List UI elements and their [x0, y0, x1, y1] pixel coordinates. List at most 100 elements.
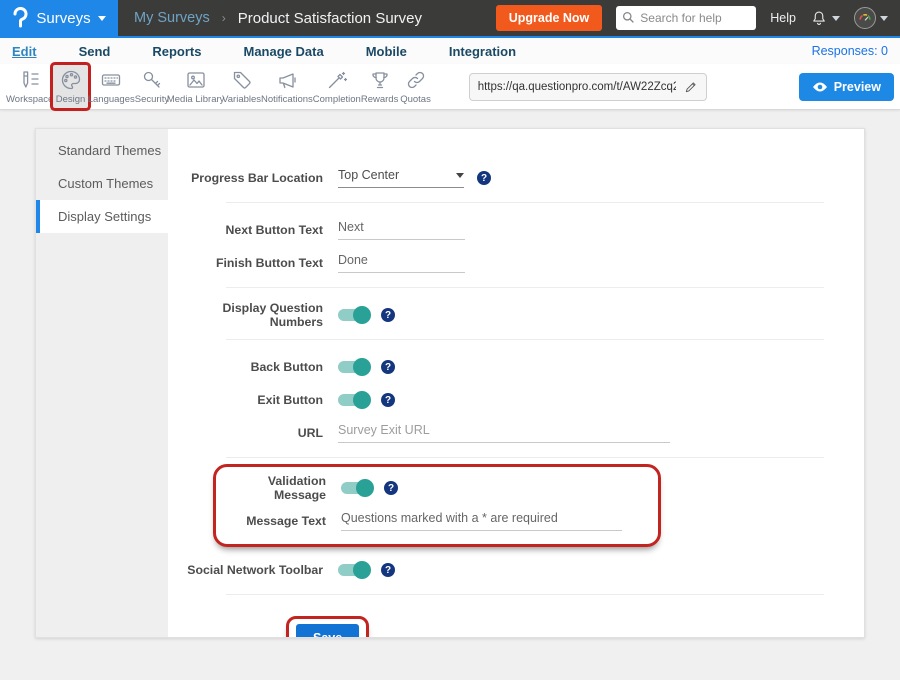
exit-button-label: Exit Button [168, 393, 323, 407]
tool-notifications[interactable]: Notifications [261, 65, 313, 108]
eye-icon [812, 81, 828, 93]
nav-tab-integration[interactable]: Integration [449, 44, 516, 59]
trophy-icon [368, 68, 392, 92]
product-menu[interactable]: Surveys [0, 0, 118, 36]
chevron-down-icon [456, 173, 464, 178]
help-icon[interactable] [381, 308, 395, 322]
main-content: Standard Themes Custom Themes Display Se… [0, 110, 900, 638]
validation-annotation-box: Validation Message Message Text [213, 464, 661, 547]
key-icon [140, 68, 164, 92]
survey-url-input[interactable] [478, 81, 676, 93]
message-text-row: Message Text [216, 506, 658, 536]
sidebar-item-custom-themes[interactable]: Custom Themes [36, 167, 168, 200]
tool-rewards[interactable]: Rewards [361, 65, 399, 108]
save-button[interactable]: Save [296, 624, 359, 637]
validation-message-row: Validation Message [216, 473, 658, 503]
section-divider [226, 202, 824, 203]
exit-button-toggle[interactable] [338, 394, 368, 406]
social-network-toolbar-toggle[interactable] [338, 564, 368, 576]
pencil-icon [684, 80, 698, 94]
notifications-bell-menu[interactable] [810, 9, 840, 27]
bell-icon [810, 9, 828, 27]
progress-bar-location-label: Progress Bar Location [168, 171, 323, 185]
tool-workspace[interactable]: Workspace [6, 65, 53, 108]
questionpro-logo-icon [12, 7, 29, 29]
next-button-text-input[interactable] [338, 220, 465, 240]
tool-languages[interactable]: Languages [88, 65, 135, 108]
display-settings-form: Progress Bar Location Top Center Next Bu… [168, 129, 864, 637]
finish-button-text-label: Finish Button Text [168, 256, 323, 270]
help-link[interactable]: Help [770, 11, 796, 25]
design-palette-icon [59, 68, 83, 92]
exit-url-input[interactable] [338, 423, 670, 443]
responses-count[interactable]: Responses: 0 [812, 44, 888, 58]
product-menu-label: Surveys [36, 10, 90, 27]
tool-quotas[interactable]: Quotas [398, 65, 432, 108]
tool-variables[interactable]: Variables [222, 65, 261, 108]
chevron-down-icon [98, 16, 106, 21]
account-menu[interactable] [854, 7, 888, 29]
design-settings-card: Standard Themes Custom Themes Display Se… [35, 128, 865, 638]
breadcrumb-my-surveys[interactable]: My Surveys [134, 10, 210, 26]
display-question-numbers-toggle[interactable] [338, 309, 368, 321]
upgrade-now-button[interactable]: Upgrade Now [496, 5, 603, 31]
message-text-label: Message Text [216, 514, 326, 528]
image-icon [184, 68, 208, 92]
exit-url-row: URL [168, 418, 864, 448]
design-sidebar: Standard Themes Custom Themes Display Se… [36, 129, 168, 637]
section-divider [226, 287, 824, 288]
finish-button-text-input[interactable] [338, 253, 465, 273]
search-input[interactable] [616, 6, 756, 30]
section-divider [226, 594, 824, 595]
progress-bar-location-row: Progress Bar Location Top Center [168, 163, 864, 193]
finish-button-text-row: Finish Button Text [168, 248, 864, 278]
save-annotation-box: Save [286, 616, 369, 637]
exit-url-label: URL [168, 426, 323, 440]
chevron-down-icon [832, 16, 840, 21]
help-icon[interactable] [384, 481, 398, 495]
gauge-icon [857, 10, 873, 26]
tool-completion[interactable]: Completion [313, 65, 361, 108]
breadcrumb-separator: › [222, 11, 226, 25]
page-title: Product Satisfaction Survey [238, 10, 422, 27]
nav-tab-edit[interactable]: Edit [12, 44, 37, 59]
nav-tab-mobile[interactable]: Mobile [366, 44, 407, 59]
validation-message-toggle[interactable] [341, 482, 371, 494]
nav-tab-manage-data[interactable]: Manage Data [243, 44, 323, 59]
tool-security[interactable]: Security [135, 65, 169, 108]
nav-tab-send[interactable]: Send [79, 44, 111, 59]
display-question-numbers-label: Display Question Numbers [168, 301, 323, 329]
preview-button[interactable]: Preview [799, 73, 894, 101]
megaphone-icon [275, 68, 299, 92]
survey-nav: Edit Send Reports Manage Data Mobile Int… [0, 38, 900, 64]
avatar [854, 7, 876, 29]
section-divider [226, 457, 824, 458]
progress-bar-location-select[interactable]: Top Center [338, 168, 464, 188]
sidebar-item-display-settings[interactable]: Display Settings [36, 200, 168, 233]
nav-tab-reports[interactable]: Reports [152, 44, 201, 59]
back-button-toggle[interactable] [338, 361, 368, 373]
help-icon[interactable] [381, 563, 395, 577]
next-button-text-label: Next Button Text [168, 223, 323, 237]
keyboard-icon [99, 68, 123, 92]
tool-design[interactable]: Design [53, 65, 87, 108]
tag-icon [230, 68, 254, 92]
exit-button-row: Exit Button [168, 385, 864, 415]
breadcrumb: My Surveys › Product Satisfaction Survey [134, 0, 422, 36]
tool-media-library[interactable]: Media Library [169, 65, 222, 108]
chevron-down-icon [880, 16, 888, 21]
back-button-row: Back Button [168, 352, 864, 382]
help-icon[interactable] [381, 393, 395, 407]
social-network-toolbar-label: Social Network Toolbar [168, 563, 323, 577]
edit-url-button[interactable] [684, 80, 698, 94]
top-header: Surveys My Surveys › Product Satisfactio… [0, 0, 900, 38]
message-text-input[interactable] [341, 511, 622, 531]
help-search [616, 6, 756, 30]
help-icon[interactable] [477, 171, 491, 185]
help-icon[interactable] [381, 360, 395, 374]
sidebar-item-standard-themes[interactable]: Standard Themes [36, 134, 168, 167]
back-button-label: Back Button [168, 360, 323, 374]
workspace-icon [18, 68, 42, 92]
next-button-text-row: Next Button Text [168, 215, 864, 245]
social-network-toolbar-row: Social Network Toolbar [168, 555, 864, 585]
